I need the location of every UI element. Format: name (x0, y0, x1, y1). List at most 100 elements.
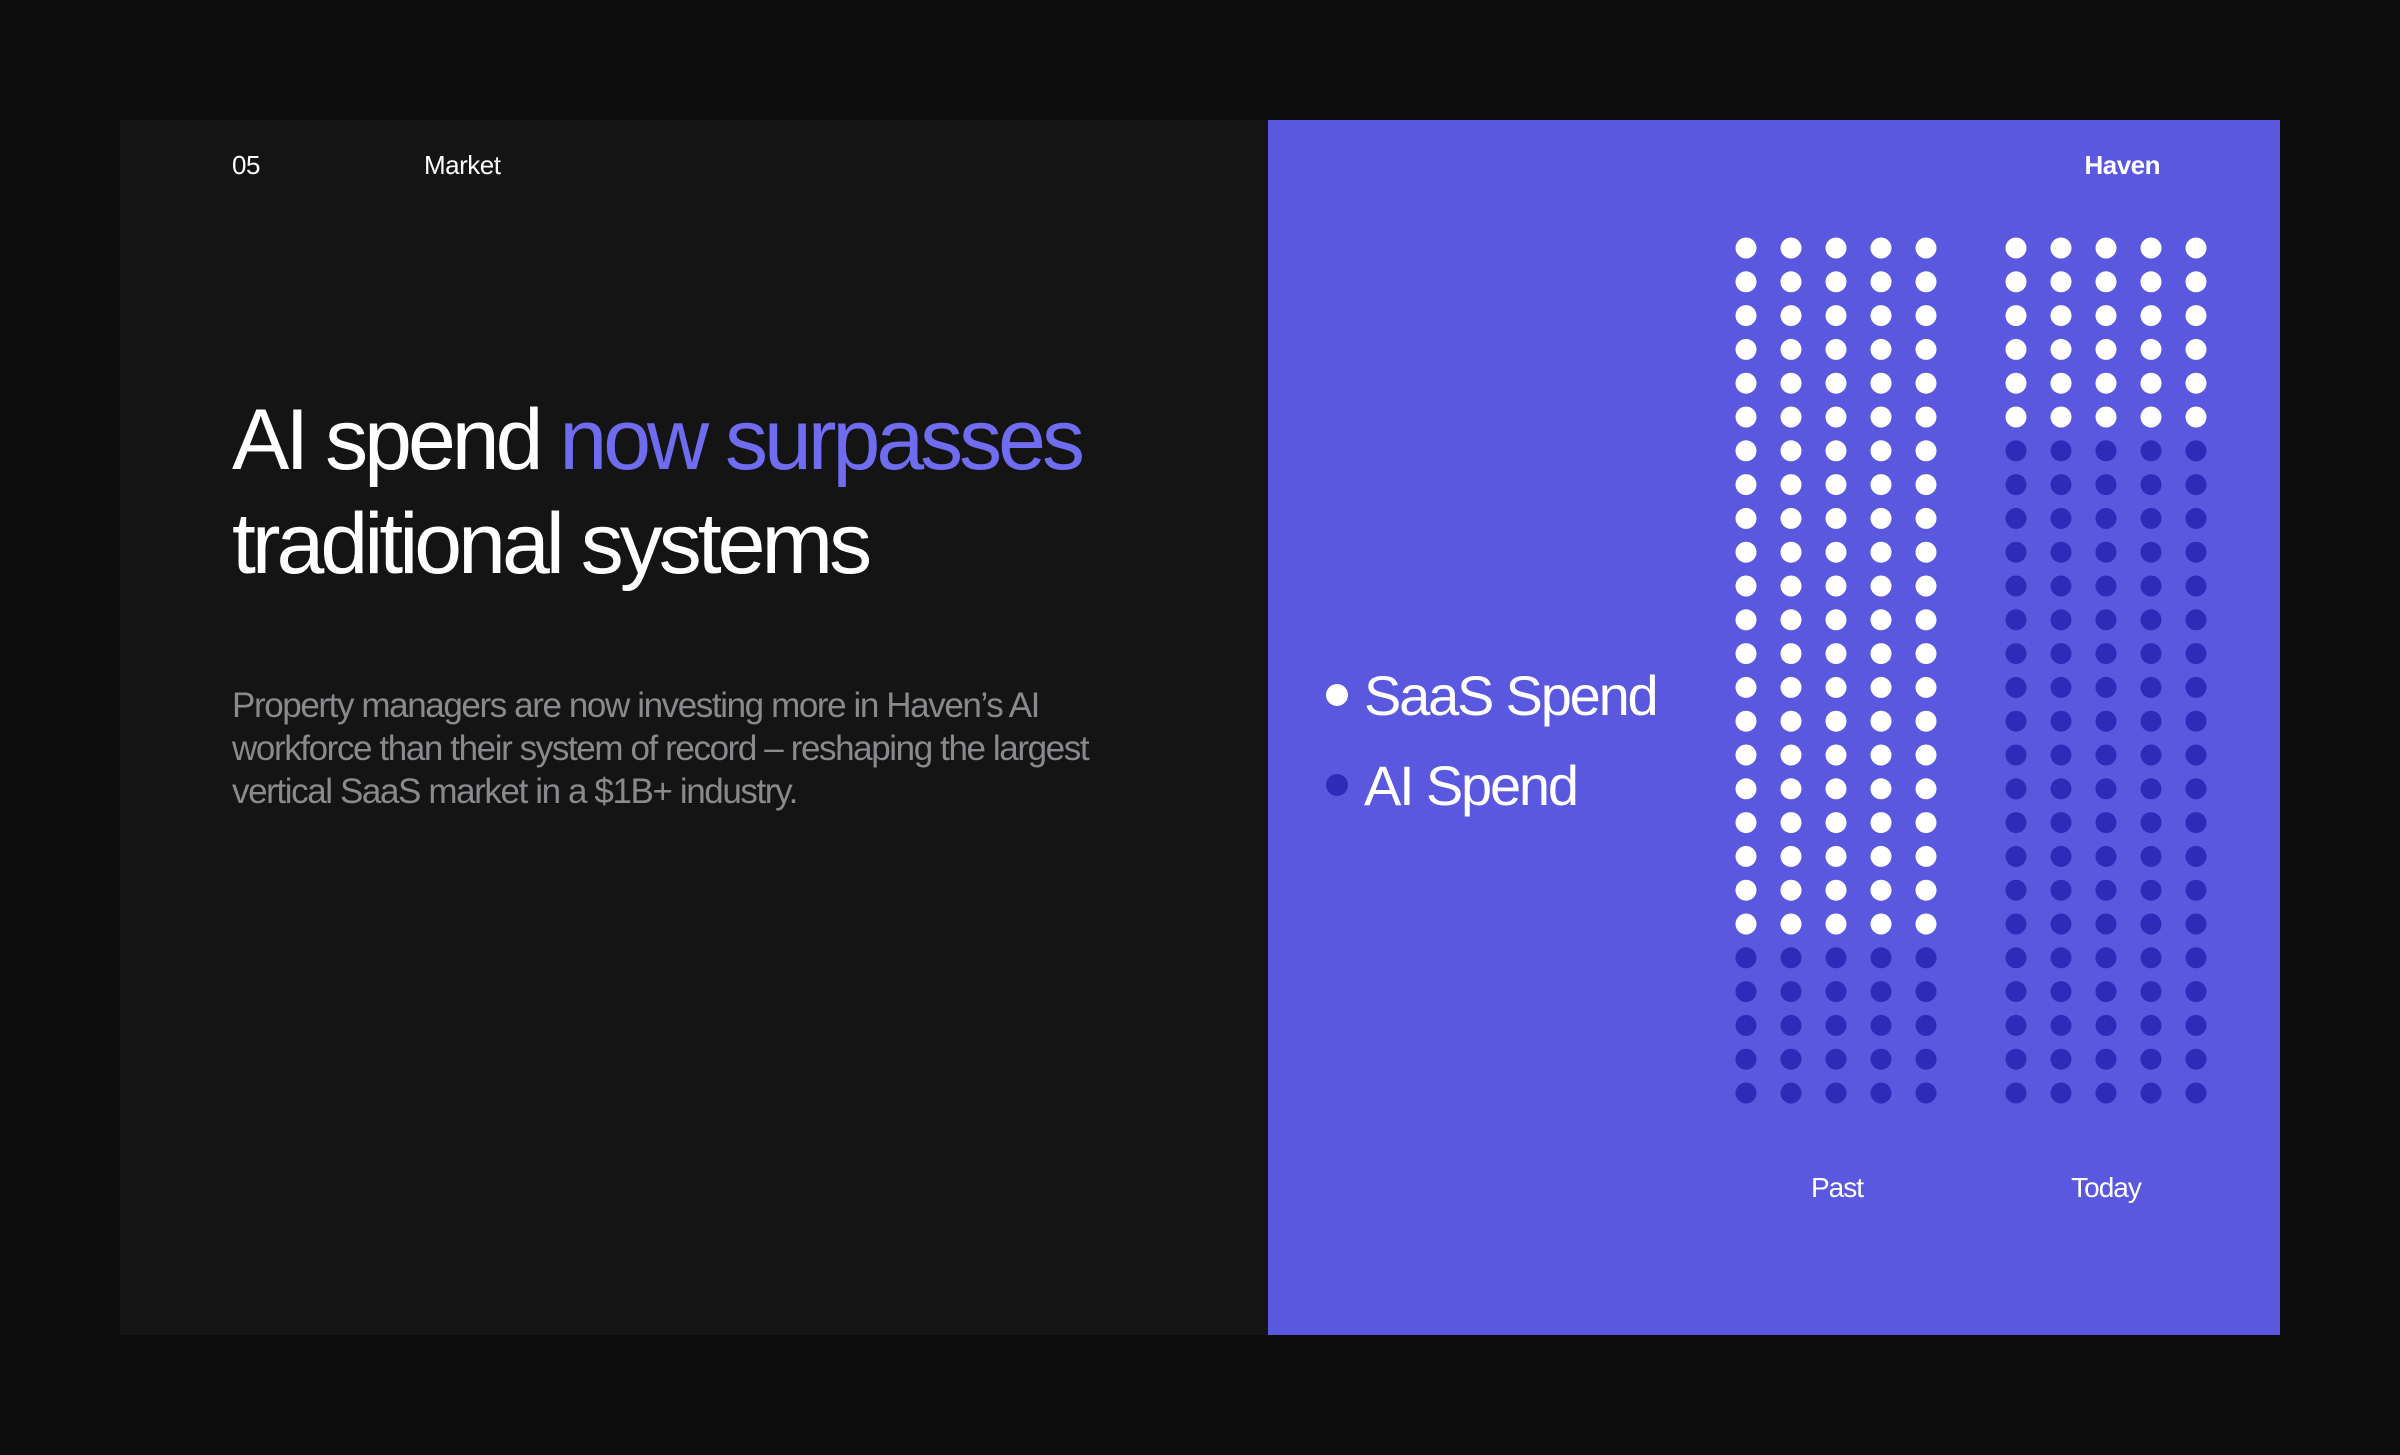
dot-today-ai (2050, 778, 2072, 800)
dot-today-ai (2095, 710, 2117, 732)
dot-today-ai (2005, 474, 2027, 496)
dot-past-ai (1780, 981, 1802, 1003)
dot-past-saas (1825, 643, 1847, 665)
dot-today-ai (2005, 913, 2027, 935)
dot-today-ai (2185, 744, 2207, 766)
dot-past-saas (1735, 845, 1757, 867)
dot-past-saas (1915, 609, 1937, 631)
dot-past-saas (1825, 913, 1847, 935)
dot-today-saas (2140, 338, 2162, 360)
dot-today-ai (2140, 947, 2162, 969)
dot-past-saas (1870, 305, 1892, 327)
dot-past-ai (1915, 1082, 1937, 1104)
dot-today-ai (2005, 1082, 2027, 1104)
dot-past-saas (1915, 271, 1937, 293)
dot-past-saas (1870, 609, 1892, 631)
dot-today-ai (2185, 1082, 2207, 1104)
dot-today-ai (2050, 744, 2072, 766)
headline-accent: now surpasses (559, 392, 1085, 488)
dot-today-ai (2140, 474, 2162, 496)
dot-past-saas (1825, 372, 1847, 394)
dot-today-ai (2185, 778, 2207, 800)
dot-today-ai (2140, 710, 2162, 732)
dot-today-ai (2050, 609, 2072, 631)
dot-past-saas (1870, 744, 1892, 766)
dot-past-saas (1735, 406, 1757, 428)
dot-today-saas (2185, 237, 2207, 259)
dot-today-ai (2140, 676, 2162, 698)
dot-today-ai (2005, 1048, 2027, 1070)
dot-today-ai (2095, 879, 2117, 901)
dot-past-saas (1870, 710, 1892, 732)
dot-past-saas (1870, 879, 1892, 901)
dot-today-ai (2095, 1014, 2117, 1036)
dot-today-ai (2050, 981, 2072, 1003)
dot-today-ai (2140, 643, 2162, 665)
dot-past-saas (1825, 440, 1847, 462)
dot-today-ai (2005, 778, 2027, 800)
dot-past-saas (1735, 913, 1757, 935)
dot-today-ai (2005, 812, 2027, 834)
dot-today-ai (2050, 879, 2072, 901)
dot-past-saas (1735, 338, 1757, 360)
dot-today-saas (2140, 305, 2162, 327)
dot-today-ai (2185, 474, 2207, 496)
dot-past-saas (1915, 879, 1937, 901)
dot-today-ai (2050, 1014, 2072, 1036)
dot-today-ai (2140, 1082, 2162, 1104)
dot-past-saas (1915, 338, 1937, 360)
dot-today-ai (2095, 474, 2117, 496)
dot-past-saas (1825, 812, 1847, 834)
dot-past-ai (1915, 981, 1937, 1003)
dot-past-ai (1780, 1082, 1802, 1104)
dot-today-saas (2095, 338, 2117, 360)
dot-today-ai (2185, 541, 2207, 563)
dot-today-ai (2095, 541, 2117, 563)
dot-past-saas (1915, 541, 1937, 563)
dot-today-ai (2095, 913, 2117, 935)
dot-today-saas (2050, 372, 2072, 394)
dot-past-saas (1735, 507, 1757, 529)
dot-today-saas (2185, 338, 2207, 360)
dot-past-saas (1825, 237, 1847, 259)
dot-past-saas (1915, 575, 1937, 597)
dot-today-saas (2185, 372, 2207, 394)
dot-today-ai (2050, 1082, 2072, 1104)
dot-today-ai (2185, 845, 2207, 867)
dot-past-ai (1870, 1048, 1892, 1070)
dot-past-saas (1735, 710, 1757, 732)
body-text: Property managers are now investing more… (232, 686, 1090, 811)
dot-today-saas (2005, 305, 2027, 327)
dot-today-saas (2140, 372, 2162, 394)
dot-past-saas (1735, 643, 1757, 665)
dot-today-saas (2095, 406, 2117, 428)
dot-today-saas (2185, 406, 2207, 428)
dot-past-saas (1735, 609, 1757, 631)
dot-past-saas (1780, 338, 1802, 360)
dot-today-ai (2005, 1014, 2027, 1036)
dot-past-saas (1735, 879, 1757, 901)
dot-today-ai (2050, 1048, 2072, 1070)
dot-past-saas (1735, 676, 1757, 698)
dot-today-ai (2095, 744, 2117, 766)
dot-past-saas (1915, 305, 1937, 327)
dot-today-saas (2140, 406, 2162, 428)
dot-today-ai (2140, 440, 2162, 462)
dot-past-saas (1825, 541, 1847, 563)
dot-past-saas (1870, 913, 1892, 935)
dot-past-saas (1780, 575, 1802, 597)
dot-today-saas (2005, 406, 2027, 428)
dot-today-ai (2095, 981, 2117, 1003)
dot-today-ai (2005, 507, 2027, 529)
dot-past-saas (1870, 812, 1892, 834)
dot-today-ai (2140, 1014, 2162, 1036)
dot-today-ai (2005, 609, 2027, 631)
dot-today-ai (2005, 981, 2027, 1003)
dot-today-ai (2185, 575, 2207, 597)
dot-today-ai (2050, 913, 2072, 935)
dot-past-ai (1780, 1048, 1802, 1070)
dot-past-ai (1825, 1082, 1847, 1104)
dot-today-ai (2140, 744, 2162, 766)
dot-today-saas (2140, 271, 2162, 293)
dot-today-ai (2095, 845, 2117, 867)
